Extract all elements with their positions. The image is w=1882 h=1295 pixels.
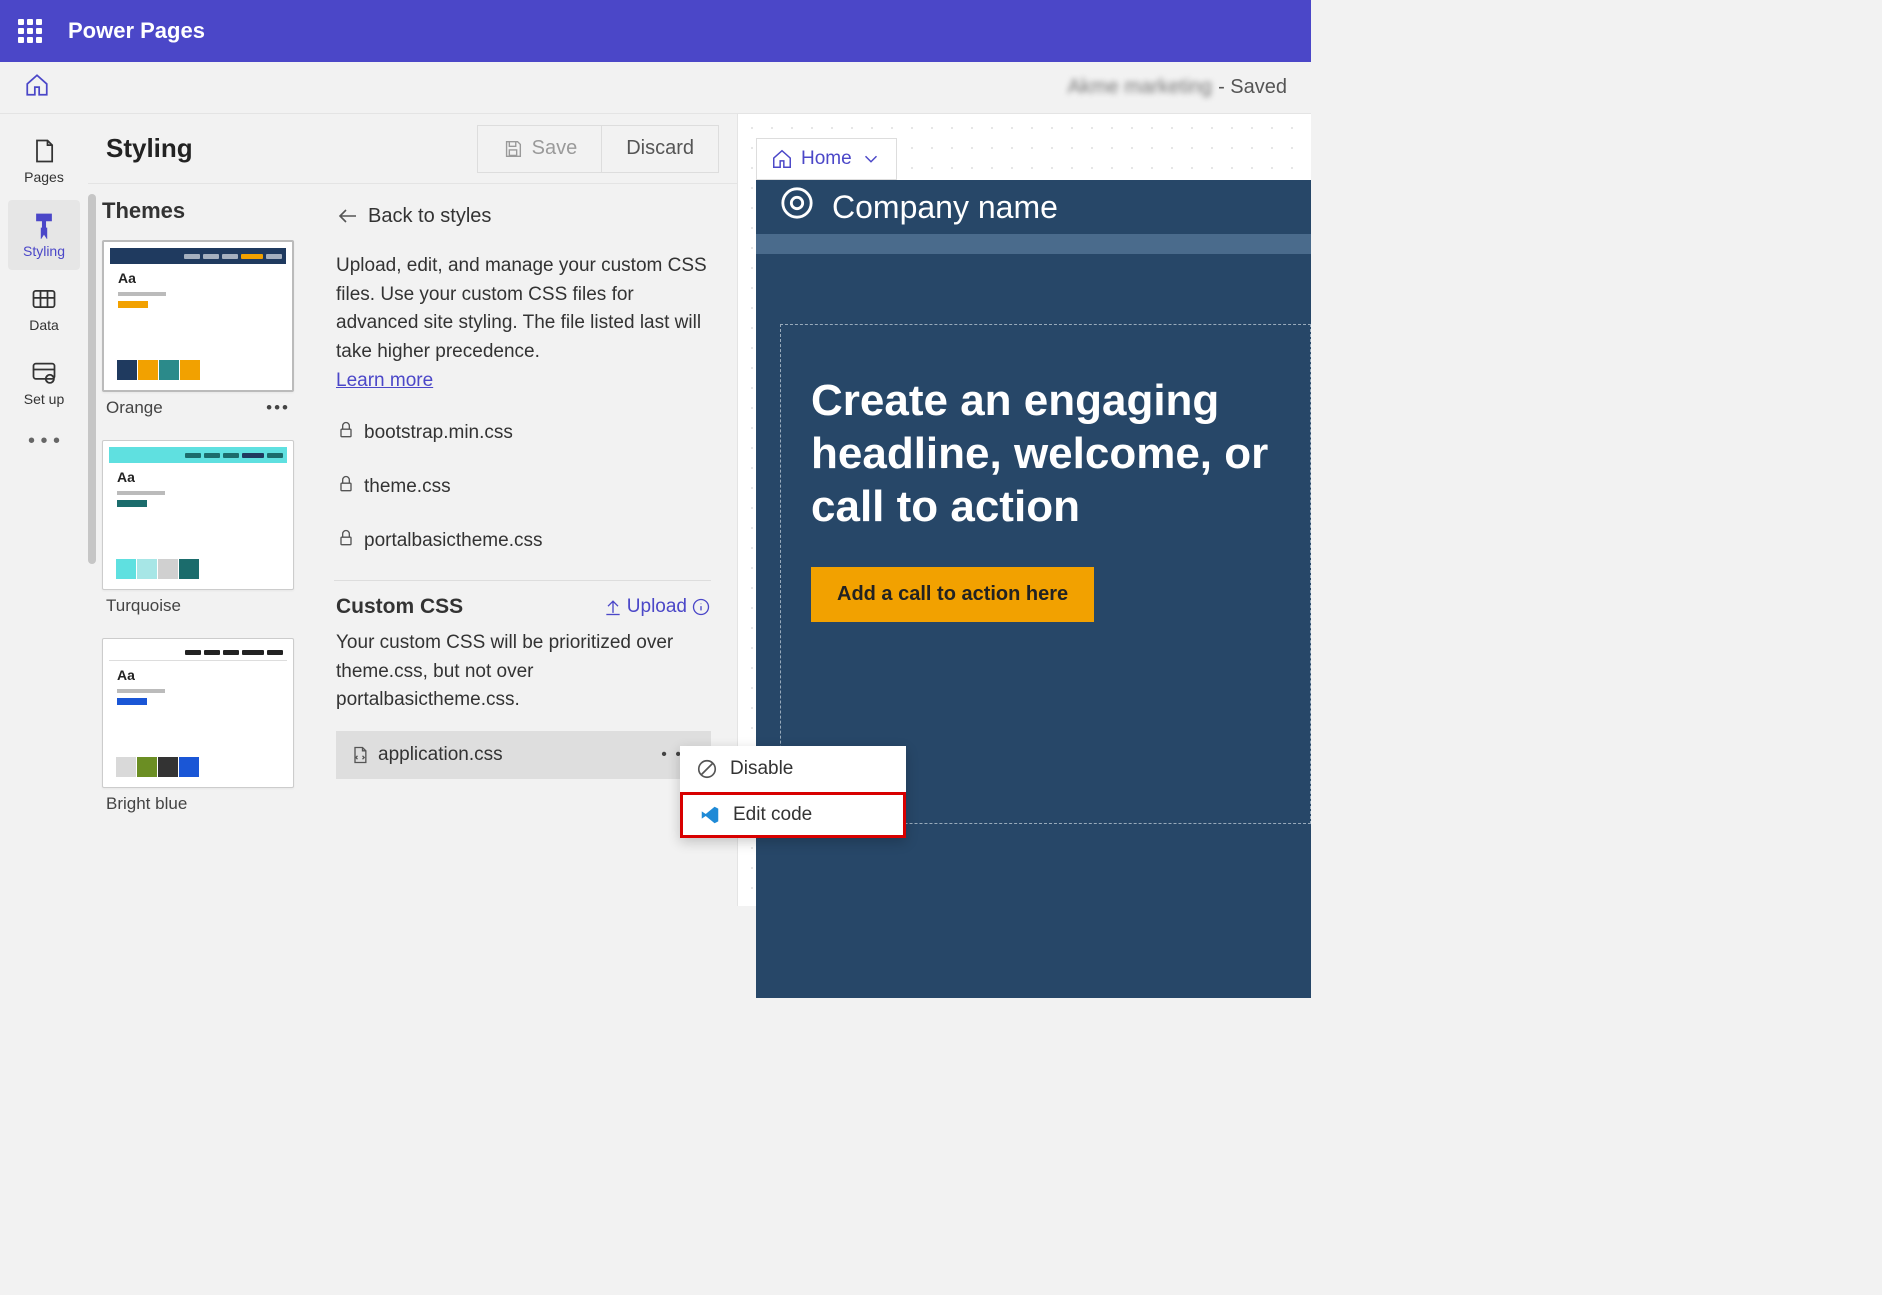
home-icon xyxy=(771,148,793,170)
lock-icon xyxy=(336,528,356,554)
preview-site-header: Company name xyxy=(756,180,1311,254)
rail-data[interactable]: Data xyxy=(8,274,80,344)
app-title: Power Pages xyxy=(68,18,205,44)
cta-button[interactable]: Add a call to action here xyxy=(811,567,1094,622)
custom-css-header: Custom CSS Upload xyxy=(336,595,711,619)
chevron-down-icon xyxy=(860,148,882,170)
custom-css-filename: application.css xyxy=(378,744,503,766)
styling-heading: Styling xyxy=(106,133,193,164)
rail-data-label: Data xyxy=(29,317,59,333)
theme-row-brightblue: Bright blue xyxy=(106,794,290,814)
top-bar: Power Pages xyxy=(0,0,1311,62)
theme-label-brightblue: Bright blue xyxy=(106,794,187,814)
left-rail: Pages Styling Data Set up • • • xyxy=(0,114,88,906)
custom-css-desc: Your custom CSS will be prioritized over… xyxy=(336,629,711,715)
site-header: Akme marketing - Saved xyxy=(0,62,1311,114)
file-icon xyxy=(350,745,370,765)
upload-label: Upload xyxy=(627,596,687,618)
upload-icon xyxy=(603,597,623,617)
home-icon[interactable] xyxy=(24,72,50,103)
ctx-disable-label: Disable xyxy=(730,758,793,780)
learn-more-link[interactable]: Learn more xyxy=(336,370,433,392)
locked-css-1: bootstrap.min.css xyxy=(336,420,711,446)
themes-heading: Themes xyxy=(102,198,294,224)
themes-column: Themes Aa xyxy=(88,184,308,906)
rail-styling[interactable]: Styling xyxy=(8,200,80,270)
locked-css-2: theme.css xyxy=(336,474,711,500)
rail-styling-label: Styling xyxy=(23,243,65,259)
locked-css-3: portalbasictheme.css xyxy=(336,528,711,554)
save-icon xyxy=(502,138,524,160)
lock-icon xyxy=(336,420,356,446)
css-file2-name: theme.css xyxy=(364,476,451,498)
main-area: Pages Styling Data Set up • • • Styling … xyxy=(0,114,1311,906)
theme-label-turquoise: Turquoise xyxy=(106,596,181,616)
theme-card-brightblue[interactable]: Aa xyxy=(102,638,294,788)
site-saved-label: - Saved xyxy=(1218,76,1287,99)
css-description: Upload, edit, and manage your custom CSS… xyxy=(336,252,711,366)
back-to-styles[interactable]: Back to styles xyxy=(336,204,711,228)
save-label: Save xyxy=(532,137,578,160)
back-label: Back to styles xyxy=(368,205,491,228)
info-icon xyxy=(691,597,711,617)
company-name: Company name xyxy=(832,189,1058,226)
custom-css-heading: Custom CSS xyxy=(336,595,463,619)
rail-pages[interactable]: Pages xyxy=(8,126,80,196)
css-detail-column: Back to styles Upload, edit, and manage … xyxy=(308,184,737,906)
ctx-disable[interactable]: Disable xyxy=(680,746,906,792)
context-menu: Disable Edit code xyxy=(680,746,906,838)
rail-more-icon[interactable]: • • • xyxy=(8,430,80,453)
styling-body: Themes Aa xyxy=(88,184,737,906)
upload-button[interactable]: Upload xyxy=(603,596,711,618)
logo-icon xyxy=(780,186,814,228)
save-button[interactable]: Save xyxy=(477,125,602,173)
theme-more-orange[interactable]: ••• xyxy=(266,398,290,418)
divider xyxy=(334,580,711,581)
rail-setup-label: Set up xyxy=(24,391,64,407)
theme-row-turquoise: Turquoise xyxy=(106,596,290,616)
css-file1-name: bootstrap.min.css xyxy=(364,422,513,444)
disable-icon xyxy=(696,758,718,780)
lock-icon xyxy=(336,474,356,500)
site-name-blurred: Akme marketing xyxy=(1068,76,1213,99)
theme-row-orange: Orange ••• xyxy=(106,398,290,418)
vscode-icon xyxy=(699,804,721,826)
theme-label-orange: Orange xyxy=(106,398,163,418)
ctx-edit-code[interactable]: Edit code xyxy=(680,792,906,838)
hero-headline: Create an engaging headline, welcome, or… xyxy=(811,375,1280,533)
breadcrumb-home[interactable]: Home xyxy=(756,138,897,180)
breadcrumb-label: Home xyxy=(801,148,852,170)
css-file3-name: portalbasictheme.css xyxy=(364,530,542,552)
rail-pages-label: Pages xyxy=(24,169,64,185)
theme-card-orange[interactable]: Aa xyxy=(102,240,294,392)
discard-label: Discard xyxy=(626,137,694,160)
app-launcher-icon[interactable] xyxy=(18,19,46,43)
styling-column: Styling Save Discard Themes xyxy=(88,114,738,906)
theme-card-turquoise[interactable]: Aa xyxy=(102,440,294,590)
discard-button[interactable]: Discard xyxy=(601,125,719,173)
ctx-edit-label: Edit code xyxy=(733,804,812,826)
styling-header: Styling Save Discard xyxy=(88,114,737,184)
rail-setup[interactable]: Set up xyxy=(8,348,80,418)
preview-hero: Company name Create an engaging headline… xyxy=(756,180,1311,998)
arrow-left-icon xyxy=(336,204,360,228)
styling-actions: Save Discard xyxy=(477,125,719,173)
site-status: Akme marketing - Saved xyxy=(1068,76,1287,99)
scrollbar[interactable] xyxy=(88,194,96,564)
custom-css-file-row[interactable]: application.css • • • xyxy=(336,731,711,779)
